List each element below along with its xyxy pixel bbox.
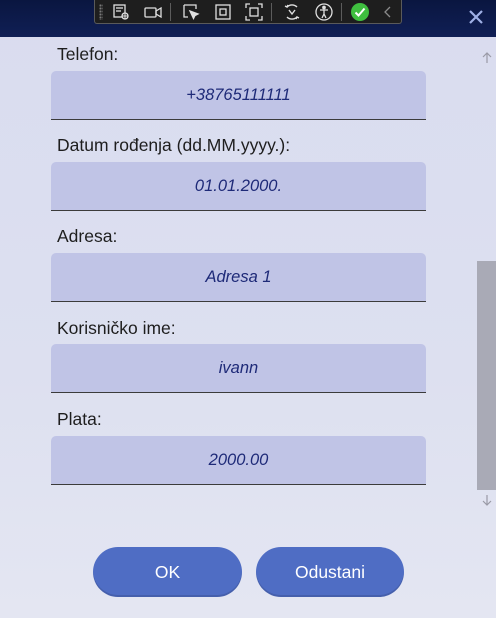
toolbar-separator bbox=[271, 3, 272, 21]
address-value: Adresa 1 bbox=[205, 267, 272, 286]
toolbar-grip[interactable] bbox=[99, 4, 103, 20]
phone-value: +38765111111 bbox=[186, 85, 291, 104]
scroll-up-arrow-icon[interactable] bbox=[480, 51, 494, 65]
birthdate-field[interactable]: 01.01.2000. bbox=[51, 162, 426, 211]
window-title-bar bbox=[0, 0, 496, 37]
ok-button[interactable]: OK bbox=[93, 547, 242, 597]
salary-label: Plata: bbox=[57, 409, 102, 429]
birthdate-label: Datum rođenja (dd.MM.yyyy.): bbox=[57, 135, 291, 155]
scroll-down-arrow-icon[interactable] bbox=[480, 493, 494, 507]
address-label: Adresa: bbox=[57, 226, 118, 246]
address-field[interactable]: Adresa 1 bbox=[51, 253, 426, 302]
toolbar-separator bbox=[170, 3, 171, 21]
close-icon[interactable] bbox=[466, 7, 486, 27]
toolbar-separator bbox=[341, 3, 342, 21]
hot-reload-icon[interactable] bbox=[282, 2, 302, 22]
select-arrow-icon[interactable] bbox=[181, 2, 201, 22]
vertical-scrollbar[interactable] bbox=[477, 45, 496, 515]
salary-value: 2000.00 bbox=[208, 450, 269, 469]
salary-field[interactable]: 2000.00 bbox=[51, 436, 426, 485]
username-field[interactable]: ivann bbox=[51, 344, 426, 393]
birthdate-value: 01.01.2000. bbox=[194, 176, 283, 195]
username-value: ivann bbox=[218, 358, 259, 377]
display-layout-adorner-icon[interactable] bbox=[213, 2, 233, 22]
track-focus-icon[interactable] bbox=[244, 2, 264, 22]
record-video-icon[interactable] bbox=[143, 2, 163, 22]
select-element-icon[interactable] bbox=[111, 2, 131, 22]
username-label: Korisničko ime: bbox=[57, 318, 176, 338]
cancel-button[interactable]: Odustani bbox=[256, 547, 404, 597]
accessibility-icon[interactable] bbox=[314, 2, 334, 22]
collapse-chevron-icon[interactable] bbox=[378, 2, 398, 22]
phone-label: Telefon: bbox=[57, 44, 119, 64]
checkmark-status-icon[interactable] bbox=[350, 2, 370, 22]
phone-field[interactable]: +38765111111 bbox=[51, 71, 426, 120]
scrollbar-thumb[interactable] bbox=[477, 261, 496, 490]
debug-toolbar bbox=[94, 0, 402, 24]
